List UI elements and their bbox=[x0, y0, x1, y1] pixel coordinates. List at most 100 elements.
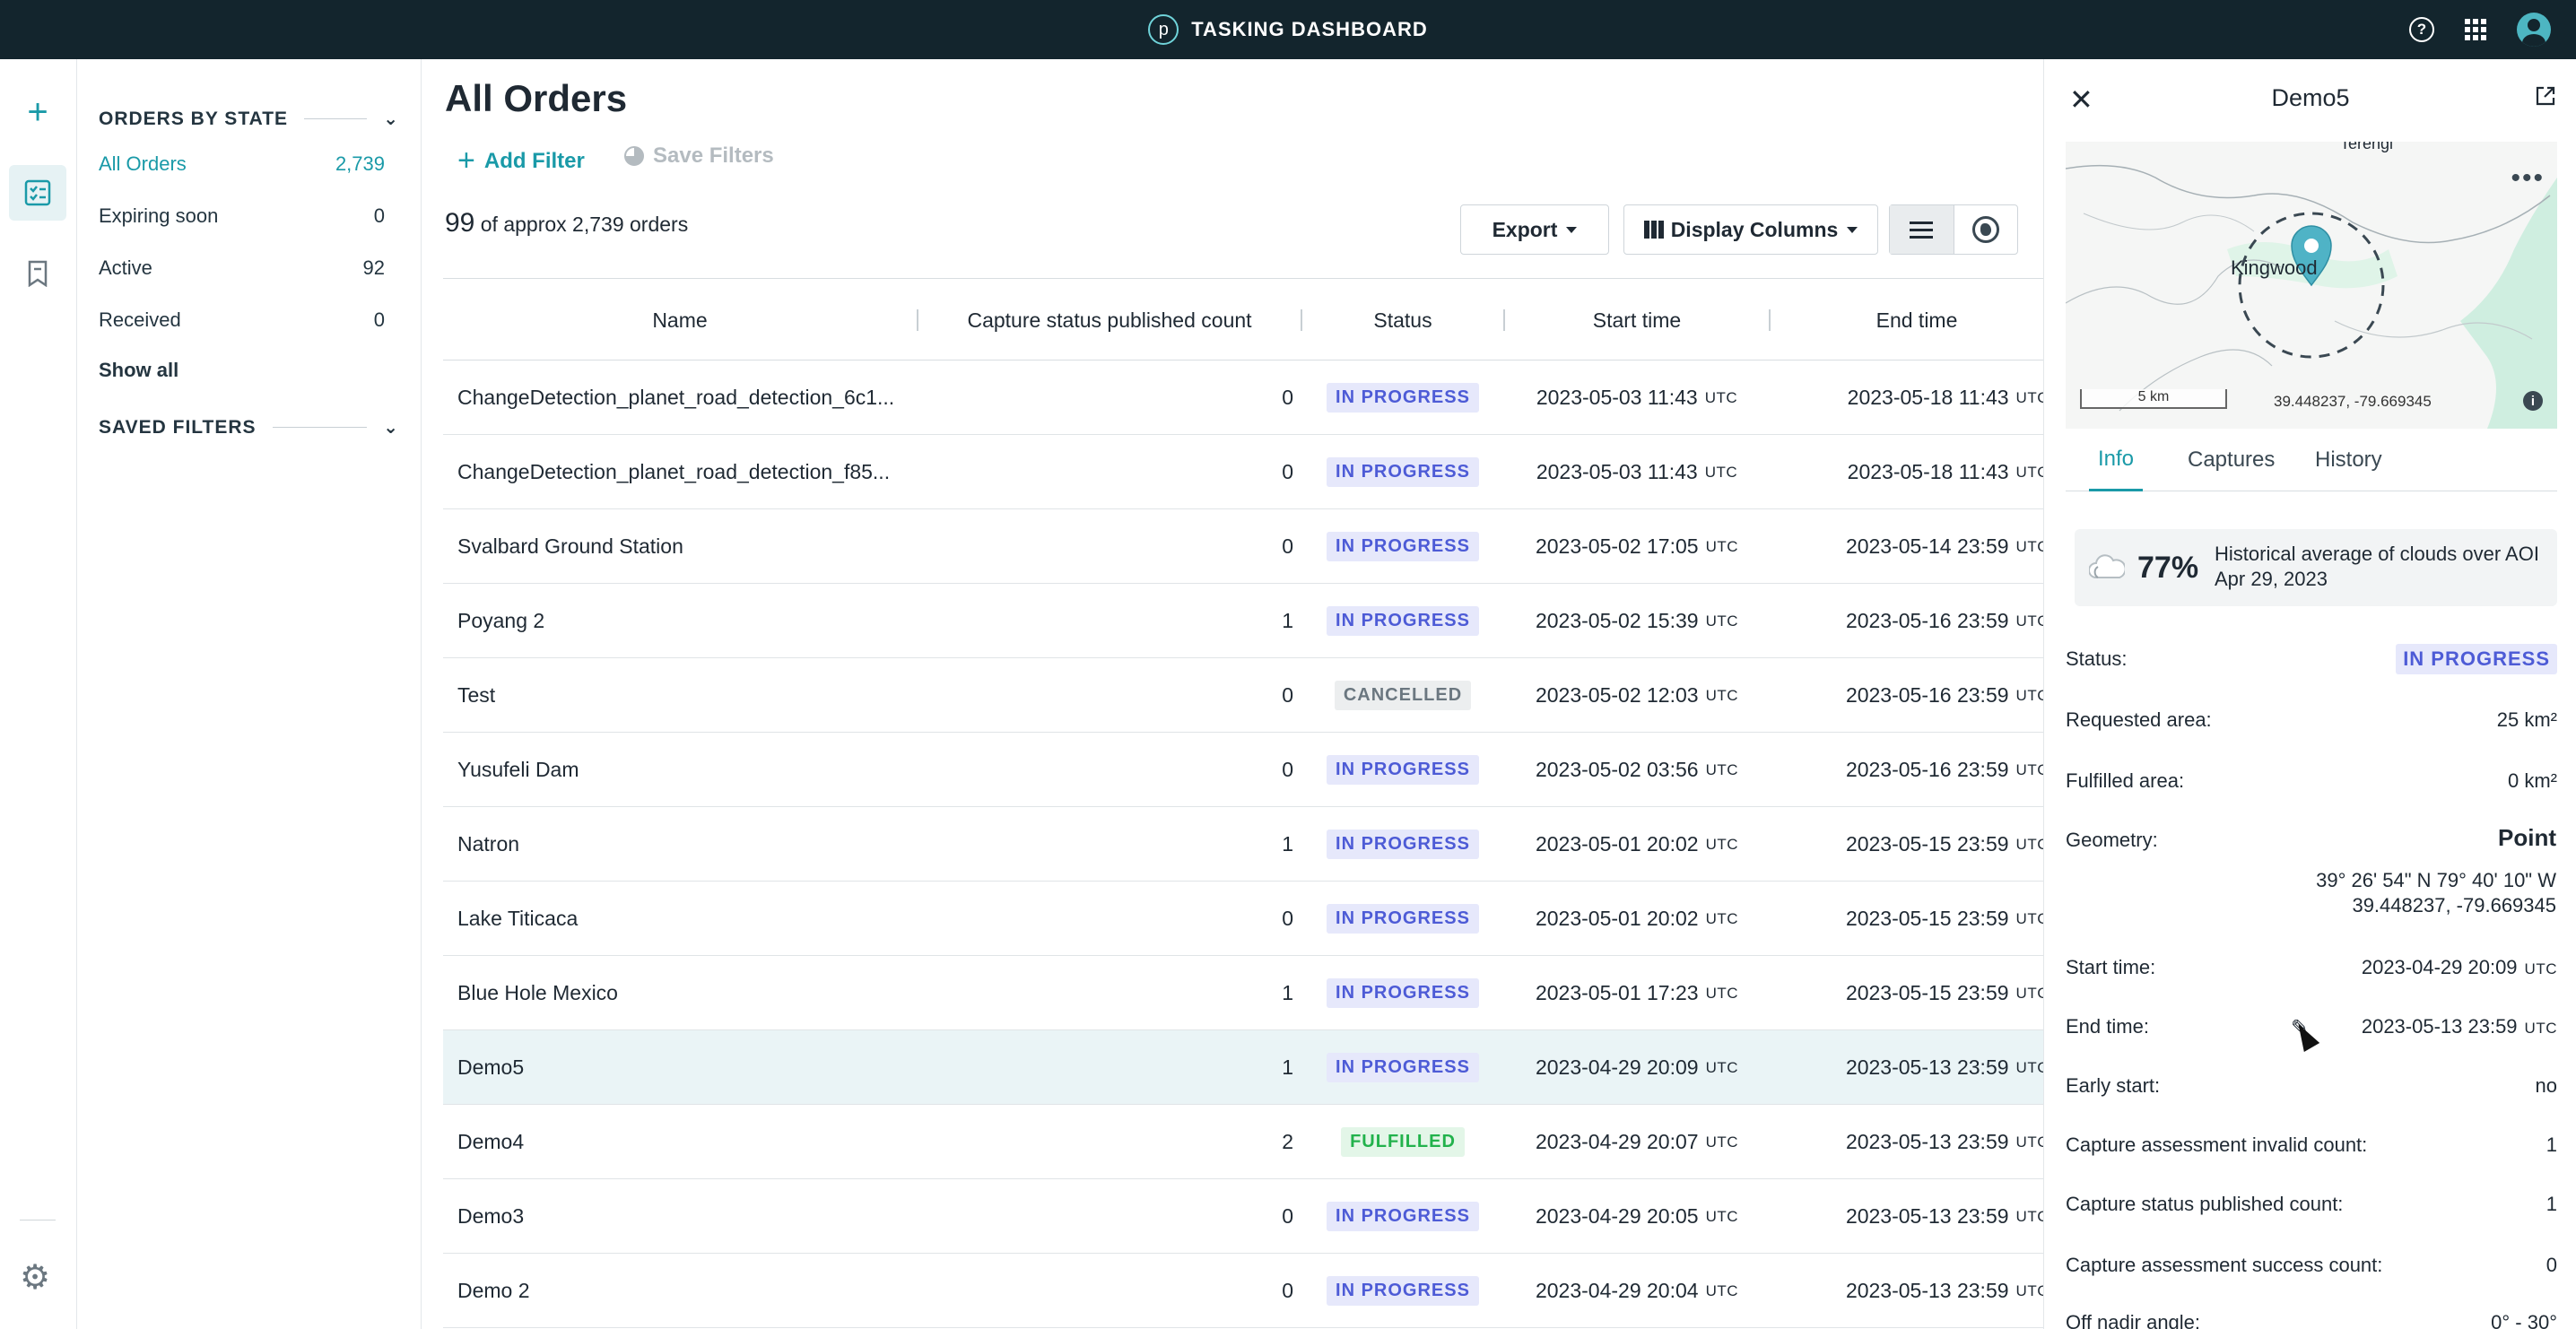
field-label: Early start: bbox=[2066, 1074, 2161, 1097]
table-row[interactable]: Natron 1 IN PROGRESS 2023-05-01 20:02 UTC 202… bbox=[443, 807, 2048, 882]
open-external-icon[interactable] bbox=[2535, 84, 2556, 113]
apps-grid-icon[interactable] bbox=[2465, 19, 2486, 40]
table-row[interactable]: ChangeDetection_planet_road_detection_6c… bbox=[443, 360, 2048, 435]
table-row[interactable]: Lake Titicaca 0 IN PROGRESS 2023-05-01 20:0… bbox=[443, 882, 2048, 956]
cell-name: Demo5 bbox=[457, 1055, 525, 1079]
field-label: Status: bbox=[2066, 647, 2128, 670]
cell-capture-count: 0 bbox=[1282, 907, 1293, 930]
geometry-type: Point bbox=[2498, 824, 2556, 851]
field-value: 0 km² bbox=[2508, 769, 2557, 792]
start-time-value: 2023-04-29 20:09 bbox=[1535, 1055, 1699, 1079]
aoi-map[interactable]: ••• Terengi Kingwood 5 km 39.448237, -79… bbox=[2066, 142, 2557, 429]
export-label: Export bbox=[1492, 217, 1558, 241]
status-badge: IN PROGRESS bbox=[1327, 1053, 1479, 1082]
add-filter-button[interactable]: + Add Filter bbox=[457, 143, 585, 178]
tab-info[interactable]: Info bbox=[2089, 429, 2144, 491]
table-row[interactable]: Demo4 2 FULFILLED 2023-04-29 20:07 UTC 2023-0… bbox=[443, 1105, 2048, 1179]
orders-by-state-header[interactable]: ORDERS BY STATE ⌄ bbox=[99, 108, 399, 130]
globe-view-button[interactable] bbox=[1954, 205, 2018, 254]
utc-label: UTC bbox=[1705, 1133, 1739, 1151]
view-toggle bbox=[1889, 204, 2018, 255]
chevron-down-icon[interactable]: ⌄ bbox=[383, 108, 399, 130]
cell-status: IN PROGRESS bbox=[1302, 509, 1503, 584]
col-header-capture-count[interactable]: Capture status published count bbox=[918, 279, 1301, 361]
col-header-start-time[interactable]: Start time bbox=[1505, 279, 1769, 361]
table-row[interactable]: Yusufeli Dam 0 IN PROGRESS 2023-05-02 03:56… bbox=[443, 733, 2048, 807]
list-view-button[interactable] bbox=[1890, 205, 1954, 254]
table-row[interactable]: Poyang 2 1 IN PROGRESS 2023-05-02 15:39 UTC 2… bbox=[443, 584, 2048, 658]
save-filters-button[interactable]: Save Filters bbox=[624, 143, 774, 169]
gear-icon[interactable]: ⚙ bbox=[20, 1257, 50, 1298]
end-time-value: 2023-05-13 23:59 bbox=[1845, 1130, 2009, 1153]
field-value: 0° - 30° bbox=[2491, 1311, 2557, 1329]
cell-status: IN PROGRESS bbox=[1302, 435, 1503, 509]
field-start-time: Start time: 2023-04-29 20:09 UTC bbox=[2066, 956, 2557, 979]
sidebar-item-count: 2,739 bbox=[335, 152, 385, 175]
col-header-name[interactable]: Name bbox=[443, 279, 917, 361]
field-early-start: Early start: no bbox=[2066, 1074, 2557, 1098]
status-badge: IN PROGRESS bbox=[1327, 830, 1479, 859]
sidebar-item-active[interactable]: Active 92 bbox=[99, 256, 385, 280]
table-row[interactable]: Demo 2 0 IN PROGRESS 2023-04-29 20:04 UTC 202… bbox=[443, 1254, 2048, 1328]
plus-icon[interactable]: + bbox=[9, 84, 66, 140]
table-body: ChangeDetection_planet_road_detection_6c… bbox=[443, 360, 2048, 1328]
cell-end-time: 2023-05-16 23:59 UTC bbox=[1771, 658, 2063, 733]
cell-name: Lake Titicaca bbox=[457, 907, 579, 930]
cloud-percent: 77% bbox=[2137, 551, 2199, 585]
planet-logo-icon: p bbox=[1148, 14, 1179, 45]
sidebar-item-all-orders[interactable]: All Orders 2,739 bbox=[99, 152, 385, 176]
map-options-icon[interactable]: ••• bbox=[2511, 163, 2545, 194]
map-scale-bar: 5 km bbox=[2080, 389, 2227, 409]
columns-icon bbox=[1643, 221, 1664, 239]
table-row[interactable]: Demo5 1 IN PROGRESS 2023-04-29 20:09 UTC 2023… bbox=[443, 1030, 2048, 1105]
cell-name: Demo4 bbox=[457, 1130, 525, 1153]
utc-label: UTC bbox=[1705, 1207, 1739, 1225]
cell-capture-count: 0 bbox=[1282, 758, 1293, 781]
end-time-value: 2023-05-14 23:59 bbox=[1845, 534, 2009, 558]
utc-label: UTC bbox=[2524, 1020, 2557, 1037]
export-button[interactable]: Export bbox=[1460, 204, 1609, 255]
sidebar-item-expiring-soon[interactable]: Expiring soon 0 bbox=[99, 204, 385, 228]
table-row[interactable]: Svalbard Ground Station 0 IN PROGRESS 2023-… bbox=[443, 509, 2048, 584]
col-header-end-time[interactable]: End time bbox=[1771, 279, 2063, 361]
show-all-link[interactable]: Show all bbox=[99, 359, 178, 382]
utc-label: UTC bbox=[1705, 1281, 1739, 1299]
orders-list-icon[interactable] bbox=[9, 165, 66, 221]
cell-capture-count: 1 bbox=[1282, 609, 1293, 632]
sidebar-item-label: Received bbox=[99, 308, 181, 331]
cell-end-time: 2023-05-16 23:59 UTC bbox=[1771, 584, 2063, 658]
saved-filters-header[interactable]: SAVED FILTERS ⌄ bbox=[99, 416, 399, 439]
cell-name: Yusufeli Dam bbox=[457, 758, 579, 781]
chevron-down-icon[interactable]: ⌄ bbox=[383, 416, 399, 439]
help-icon[interactable]: ? bbox=[2409, 17, 2434, 42]
cell-end-time: 2023-05-18 11:43 UTC bbox=[1771, 435, 2063, 509]
cell-name: Svalbard Ground Station bbox=[457, 534, 683, 558]
cell-status: IN PROGRESS bbox=[1302, 1179, 1503, 1254]
table-row[interactable]: Demo3 0 IN PROGRESS 2023-04-29 20:05 UTC 2023… bbox=[443, 1179, 2048, 1254]
start-time-value: 2023-04-29 20:04 bbox=[1535, 1279, 1699, 1302]
field-value: 0 bbox=[2546, 1254, 2557, 1276]
detail-tabs: Info Captures History bbox=[2066, 429, 2557, 491]
bookmark-icon[interactable] bbox=[9, 246, 66, 301]
table-row[interactable]: Test 0 CANCELLED 2023-05-02 12:03 UTC 2023-05… bbox=[443, 658, 2048, 733]
utc-label: UTC bbox=[1705, 537, 1739, 555]
utc-label: UTC bbox=[1705, 760, 1739, 778]
table-row[interactable]: ChangeDetection_planet_road_detection_f8… bbox=[443, 435, 2048, 509]
col-header-status[interactable]: Status bbox=[1302, 279, 1503, 361]
display-columns-button[interactable]: Display Columns bbox=[1623, 204, 1878, 255]
cloud-icon bbox=[2089, 554, 2125, 578]
display-columns-label: Display Columns bbox=[1670, 217, 1839, 241]
cell-name: Demo3 bbox=[457, 1204, 525, 1228]
status-badge: IN PROGRESS bbox=[1327, 904, 1479, 934]
cell-name: Demo 2 bbox=[457, 1279, 530, 1302]
cell-start-time: 2023-05-02 12:03 UTC bbox=[1505, 658, 1769, 733]
main-content: All Orders + Add Filter Save Filters 99 … bbox=[422, 59, 2048, 1329]
sidebar-item-received[interactable]: Received 0 bbox=[99, 308, 385, 332]
map-info-icon[interactable]: i bbox=[2523, 391, 2543, 411]
table-row[interactable]: Blue Hole Mexico 1 IN PROGRESS 2023-05-01 1… bbox=[443, 956, 2048, 1030]
user-avatar[interactable] bbox=[2517, 13, 2551, 47]
cell-status: IN PROGRESS bbox=[1302, 956, 1503, 1030]
tab-history[interactable]: History bbox=[2315, 429, 2382, 491]
field-value: 1 bbox=[2546, 1134, 2557, 1156]
tab-captures[interactable]: Captures bbox=[2188, 429, 2275, 491]
